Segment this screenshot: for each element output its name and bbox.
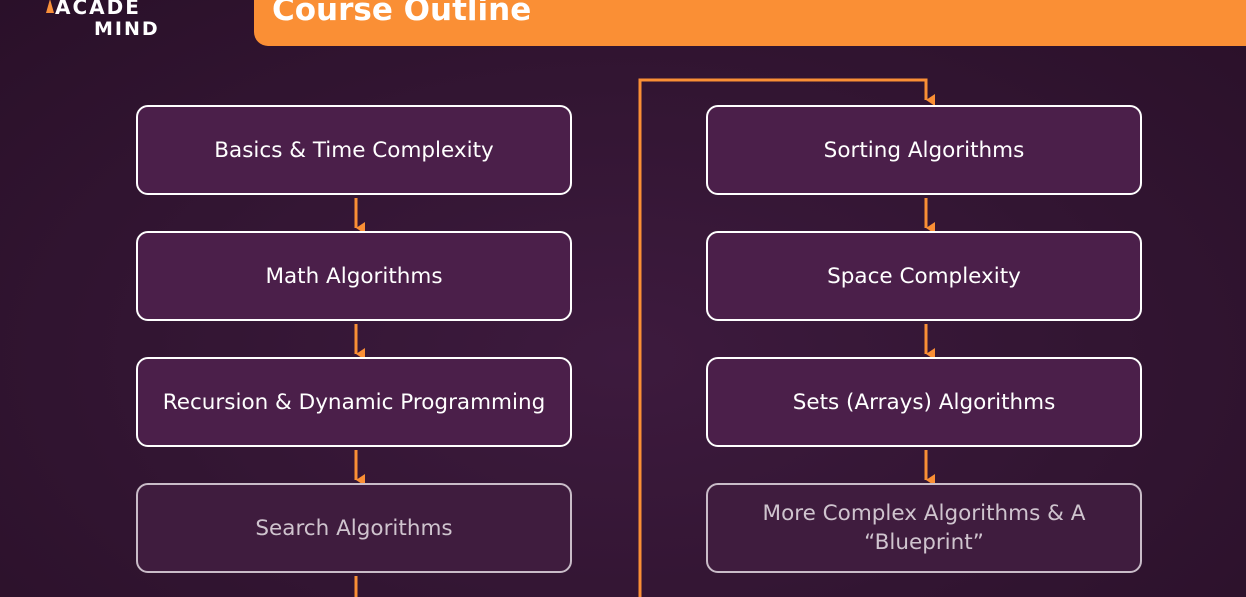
topic-box-complex-algorithms: More Complex Algorithms & A “Blueprint”	[706, 483, 1142, 573]
topic-box-search: Search Algorithms	[136, 483, 572, 573]
topic-box-space-complexity: Space Complexity	[706, 231, 1142, 321]
topic-box-sorting: Sorting Algorithms	[706, 105, 1142, 195]
topic-box-sets: Sets (Arrays) Algorithms	[706, 357, 1142, 447]
topic-box-basics: Basics & Time Complexity	[136, 105, 572, 195]
topic-box-recursion: Recursion & Dynamic Programming	[136, 357, 572, 447]
topic-box-math: Math Algorithms	[136, 231, 572, 321]
